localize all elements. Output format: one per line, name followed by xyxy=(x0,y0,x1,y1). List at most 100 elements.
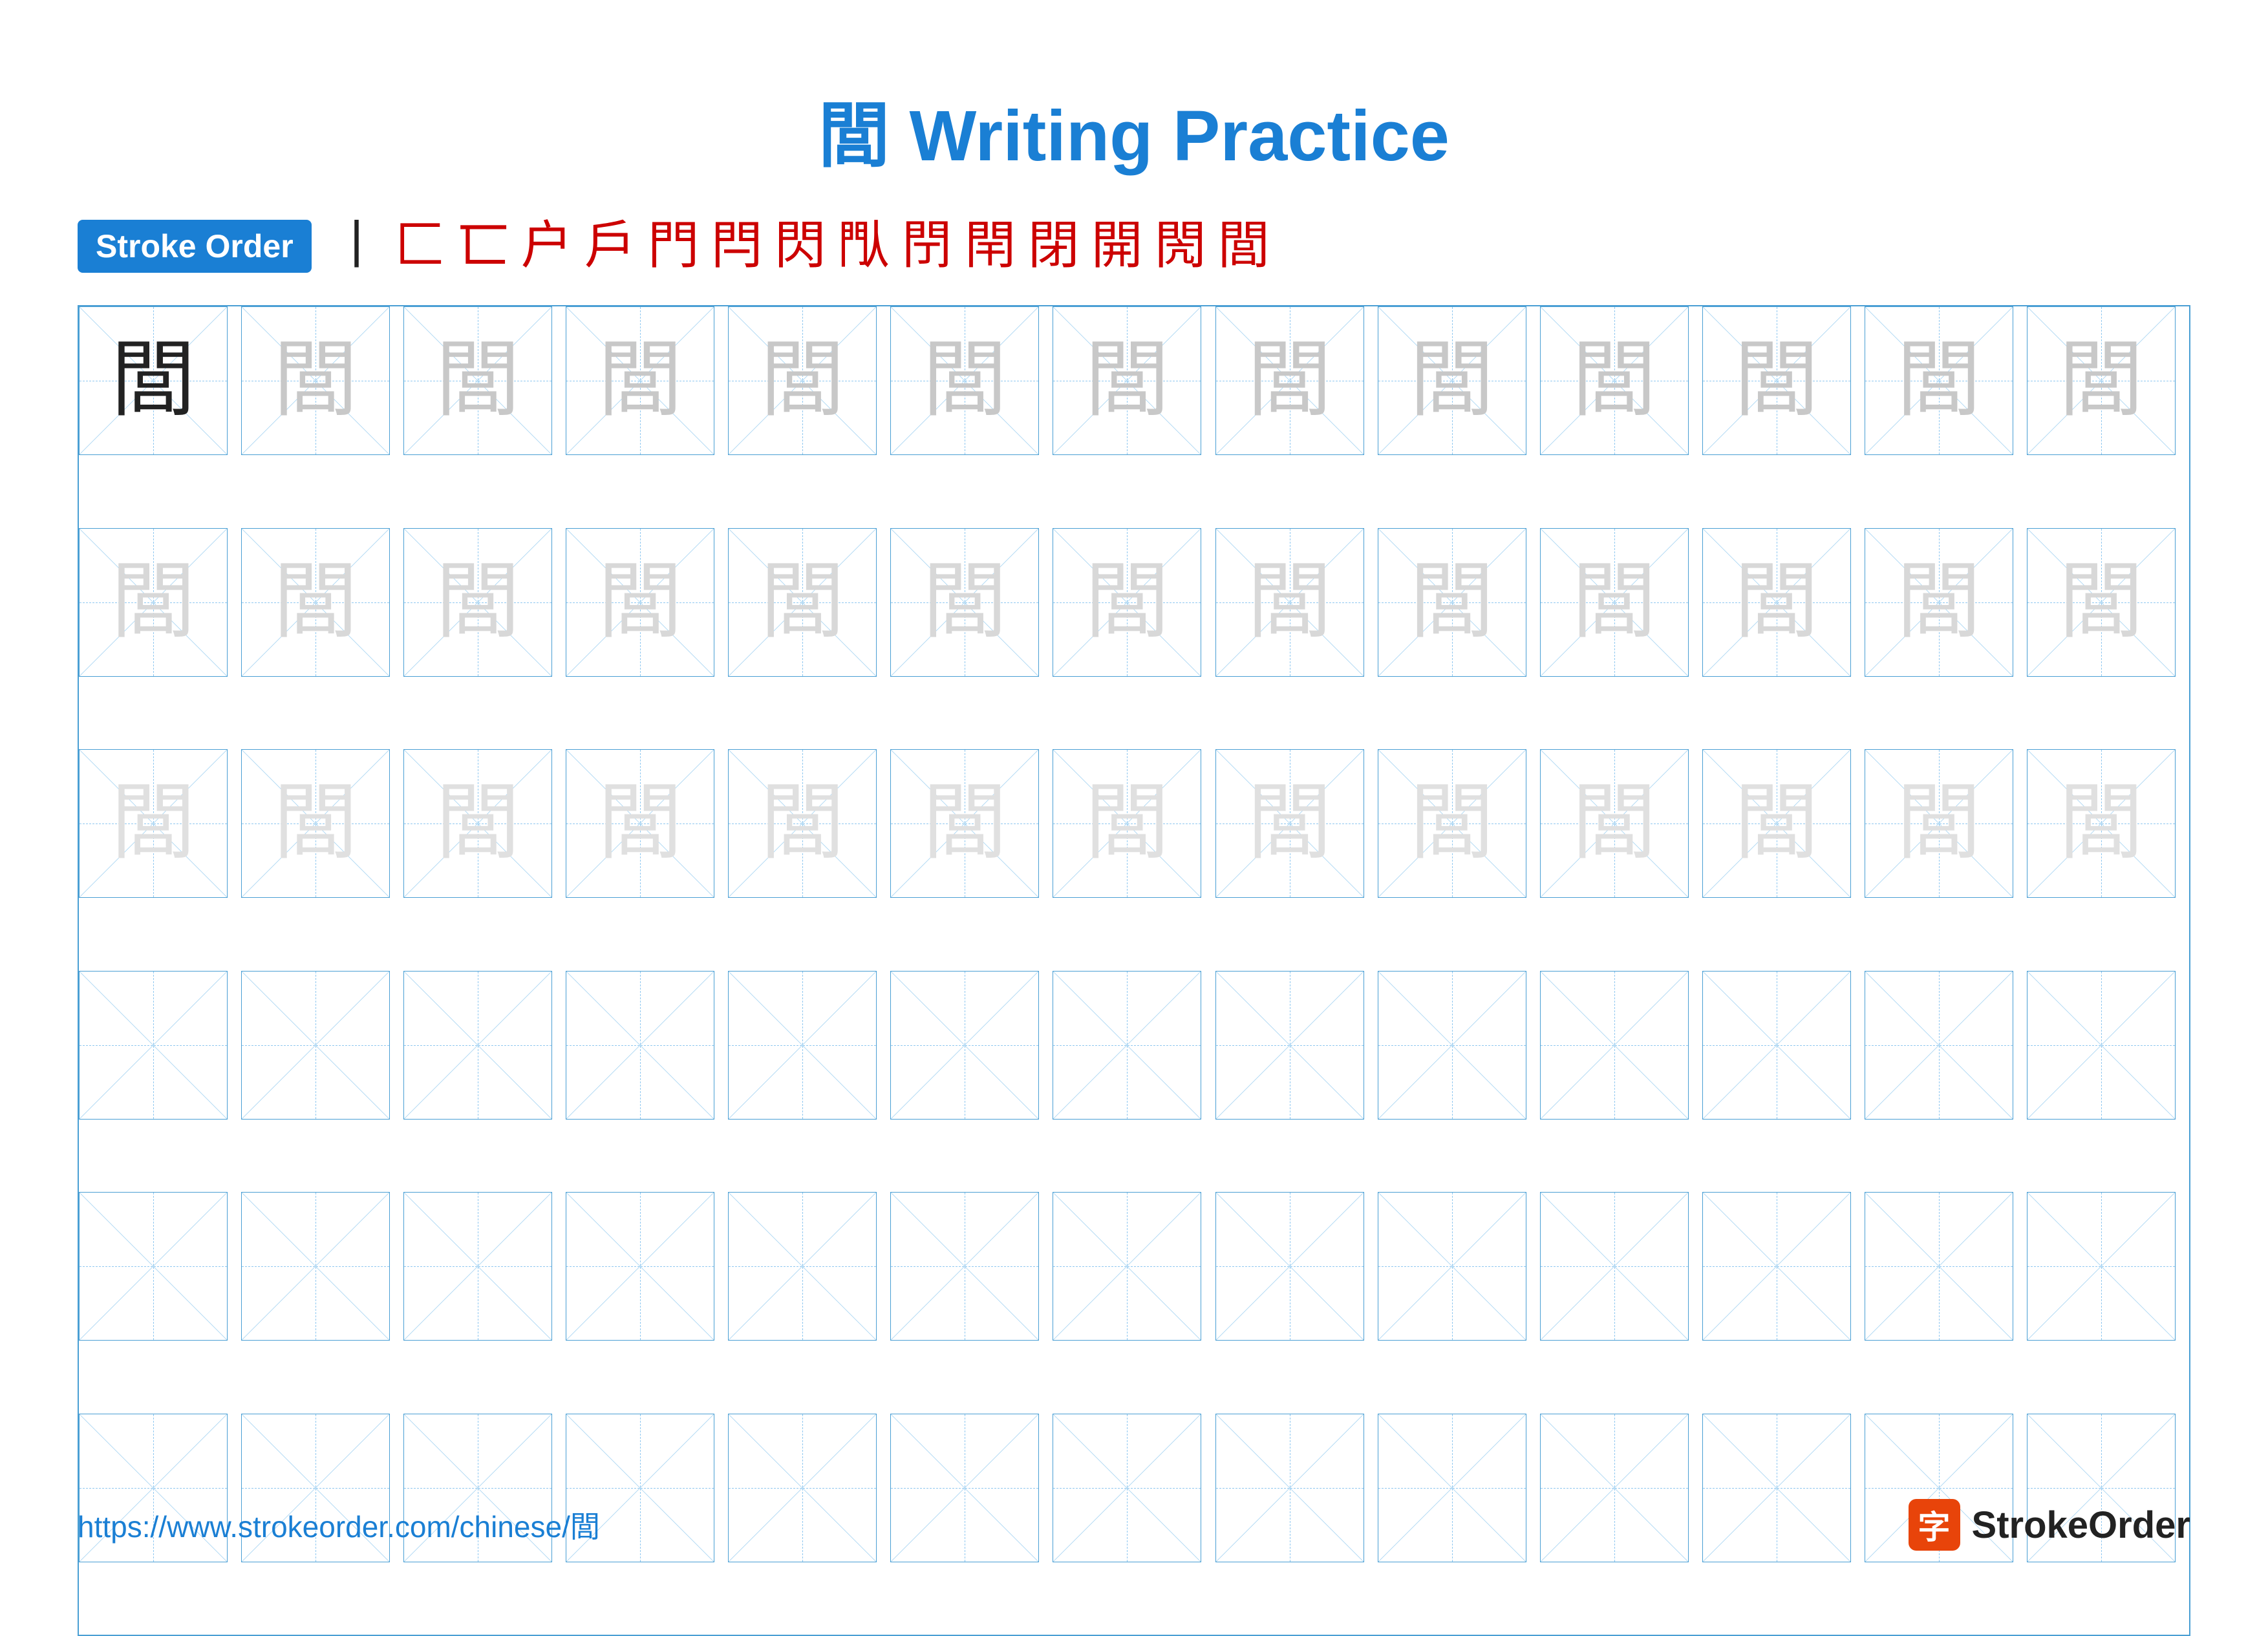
char-guide: 閭 xyxy=(1897,560,1981,644)
grid-cell-r4c7[interactable] xyxy=(1053,971,1201,1120)
grid-cell-r4c3[interactable] xyxy=(403,971,552,1120)
grid-cell-r2c7[interactable]: 閭 xyxy=(1053,528,1201,677)
char-guide: 閭 xyxy=(111,560,195,644)
grid-cell-r4c12[interactable] xyxy=(1865,971,2013,1120)
grid-cell-r4c13[interactable] xyxy=(2027,971,2176,1120)
char-guide: 閭 xyxy=(760,781,844,866)
grid-cell-r2c11[interactable]: 閭 xyxy=(1702,528,1851,677)
grid-cell-r2c13[interactable]: 閭 xyxy=(2027,528,2176,677)
grid-cell-r3c3[interactable]: 閭 xyxy=(403,749,552,898)
grid-cell-r4c2[interactable] xyxy=(241,971,390,1120)
grid-cell-r5c3[interactable] xyxy=(403,1192,552,1341)
grid-cell-r1c10[interactable]: 閭 xyxy=(1540,306,1689,455)
grid-cell-r4c1[interactable] xyxy=(79,971,228,1120)
char-guide: 閭 xyxy=(1735,560,1819,644)
char-guide: 閭 xyxy=(111,781,195,866)
grid-cell-r1c3[interactable]: 閭 xyxy=(403,306,552,455)
grid-cell-r3c13[interactable]: 閭 xyxy=(2027,749,2176,898)
grid-cell-r2c6[interactable]: 閭 xyxy=(890,528,1039,677)
grid-cell-r5c4[interactable] xyxy=(566,1192,714,1341)
char-guide: 閭 xyxy=(1572,781,1656,866)
grid-cell-r5c6[interactable] xyxy=(890,1192,1039,1341)
stroke-9: 閄 xyxy=(838,220,890,272)
char-guide: 閭 xyxy=(1572,560,1656,644)
grid-cell-r2c8[interactable]: 閭 xyxy=(1215,528,1364,677)
grid-cell-r1c4[interactable]: 閭 xyxy=(566,306,714,455)
grid-cell-r1c13[interactable]: 閭 xyxy=(2027,306,2176,455)
grid-cell-r5c13[interactable] xyxy=(2027,1192,2176,1341)
char-guide: 閭 xyxy=(1735,339,1819,423)
grid-cell-r5c12[interactable] xyxy=(1865,1192,2013,1341)
grid-cell-r4c9[interactable] xyxy=(1378,971,1526,1120)
char-guide: 閭 xyxy=(1410,339,1494,423)
grid-cell-r3c2[interactable]: 閭 xyxy=(241,749,390,898)
grid-cell-r3c5[interactable]: 閭 xyxy=(728,749,877,898)
grid-cell-r2c1[interactable]: 閭 xyxy=(79,528,228,677)
stroke-6: 門 xyxy=(648,220,700,272)
grid-cell-r1c6[interactable]: 閭 xyxy=(890,306,1039,455)
grid-cell-r4c8[interactable] xyxy=(1215,971,1364,1120)
footer-logo-text: StrokeOrder xyxy=(1972,1503,2190,1547)
stroke-2: ⼕ xyxy=(394,220,446,272)
grid-cell-r1c5[interactable]: 閭 xyxy=(728,306,877,455)
grid-cell-r2c4[interactable]: 閭 xyxy=(566,528,714,677)
char-guide: 閭 xyxy=(1085,339,1169,423)
grid-cell-r1c12[interactable]: 閭 xyxy=(1865,306,2013,455)
char-guide: 閭 xyxy=(1410,560,1494,644)
grid-cell-r2c10[interactable]: 閭 xyxy=(1540,528,1689,677)
grid-cell-r3c6[interactable]: 閭 xyxy=(890,749,1039,898)
char-guide: 閭 xyxy=(1085,781,1169,866)
grid-cell-r4c10[interactable] xyxy=(1540,971,1689,1120)
grid-cell-r1c8[interactable]: 閭 xyxy=(1215,306,1364,455)
grid-cell-r5c8[interactable] xyxy=(1215,1192,1364,1341)
grid-cell-r1c2[interactable]: 閭 xyxy=(241,306,390,455)
char-guide: 閭 xyxy=(760,560,844,644)
char-guide: 閭 xyxy=(2059,781,2143,866)
grid-cell-r5c2[interactable] xyxy=(241,1192,390,1341)
char-guide: 閭 xyxy=(273,781,358,866)
char-guide: 閭 xyxy=(923,560,1007,644)
grid-cell-r1c1[interactable]: 閭 xyxy=(79,306,228,455)
grid-cell-r4c11[interactable] xyxy=(1702,971,1851,1120)
grid-cell-r4c6[interactable] xyxy=(890,971,1039,1120)
stroke-11: 閈 xyxy=(965,220,1016,272)
char-guide: 閭 xyxy=(1248,560,1332,644)
grid-cell-r3c10[interactable]: 閭 xyxy=(1540,749,1689,898)
grid-cell-r3c11[interactable]: 閭 xyxy=(1702,749,1851,898)
grid-cell-r3c8[interactable]: 閭 xyxy=(1215,749,1364,898)
grid-cell-r1c7[interactable]: 閭 xyxy=(1053,306,1201,455)
main-content: 閭 閭 閭 閭 閭 閭 閭 xyxy=(78,305,2190,1636)
grid-cell-r2c9[interactable]: 閭 xyxy=(1378,528,1526,677)
grid-cell-r2c3[interactable]: 閭 xyxy=(403,528,552,677)
grid-cell-r3c4[interactable]: 閭 xyxy=(566,749,714,898)
stroke-order-badge: Stroke Order xyxy=(78,220,312,273)
grid-cell-r2c2[interactable]: 閭 xyxy=(241,528,390,677)
char-guide: 閭 xyxy=(1410,781,1494,866)
grid-cell-r5c1[interactable] xyxy=(79,1192,228,1341)
grid-cell-r4c4[interactable] xyxy=(566,971,714,1120)
grid-cell-r1c9[interactable]: 閭 xyxy=(1378,306,1526,455)
footer-url[interactable]: https://www.strokeorder.com/chinese/閭 xyxy=(78,1503,600,1546)
char-display: 閭 xyxy=(111,339,195,423)
grid-cell-r3c12[interactable]: 閭 xyxy=(1865,749,2013,898)
grid-cell-r2c5[interactable]: 閭 xyxy=(728,528,877,677)
grid-cell-r5c11[interactable] xyxy=(1702,1192,1851,1341)
grid-cell-r3c7[interactable]: 閭 xyxy=(1053,749,1201,898)
grid-cell-r2c12[interactable]: 閭 xyxy=(1865,528,2013,677)
stroke-10: 閅 xyxy=(901,220,953,272)
stroke-8: 閃 xyxy=(775,220,826,272)
grid-cell-r3c1[interactable]: 閭 xyxy=(79,749,228,898)
char-guide: 閭 xyxy=(923,339,1007,423)
grid-cell-r5c9[interactable] xyxy=(1378,1192,1526,1341)
grid-cell-r5c7[interactable] xyxy=(1053,1192,1201,1341)
stroke-5: 戶 xyxy=(584,220,636,272)
grid-cell-r5c10[interactable] xyxy=(1540,1192,1689,1341)
footer-logo: 字 StrokeOrder xyxy=(1909,1499,2190,1551)
char-guide: 閭 xyxy=(1897,339,1981,423)
grid-cell-r3c9[interactable]: 閭 xyxy=(1378,749,1526,898)
grid-cell-r5c5[interactable] xyxy=(728,1192,877,1341)
char-guide: 閭 xyxy=(436,339,520,423)
grid-cell-r4c5[interactable] xyxy=(728,971,877,1120)
char-guide: 閭 xyxy=(436,781,520,866)
grid-cell-r1c11[interactable]: 閭 xyxy=(1702,306,1851,455)
